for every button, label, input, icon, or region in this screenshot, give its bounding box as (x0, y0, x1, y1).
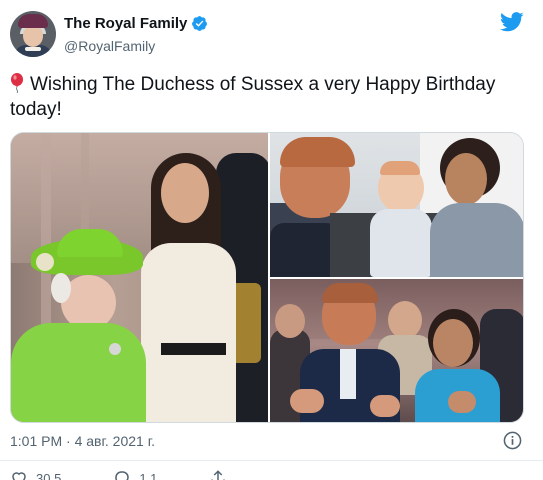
divider (0, 460, 543, 461)
heart-icon (12, 472, 26, 480)
avatar[interactable] (10, 11, 56, 57)
twitter-bird-icon[interactable] (500, 12, 524, 32)
share-button[interactable] (209, 469, 227, 480)
handle[interactable]: @RoyalFamily (64, 38, 155, 54)
photo-audience-laughing[interactable] (270, 279, 523, 422)
reply-count: 1,1 (139, 470, 158, 480)
like-button[interactable]: 30,5 (10, 469, 61, 480)
reply-button[interactable]: 1,1 (113, 469, 157, 480)
action-bar: 30,5 1,1 (10, 469, 279, 480)
balloon-emoji-icon (11, 73, 23, 93)
tweet-text: Wishing The Duchess of Sussex a very Hap… (10, 72, 530, 122)
photo-family-with-baby[interactable] (270, 133, 523, 277)
reply-icon (115, 471, 129, 480)
tweet-body: Wishing The Duchess of Sussex a very Hap… (10, 74, 496, 120)
tweet-timestamp[interactable]: 1:01 PM · 4 авг. 2021 г. (10, 433, 155, 449)
like-count: 30,5 (36, 470, 62, 480)
display-name[interactable]: The Royal Family (64, 15, 187, 32)
verified-badge-icon (192, 16, 208, 31)
tweet-card: The Royal Family @RoyalFamily Wishing Th… (0, 0, 543, 480)
author-row: The Royal Family (64, 15, 208, 32)
media-grid (10, 132, 524, 423)
photo-birthday-outing[interactable] (11, 133, 268, 422)
info-icon[interactable] (503, 431, 522, 450)
share-icon (211, 470, 226, 480)
